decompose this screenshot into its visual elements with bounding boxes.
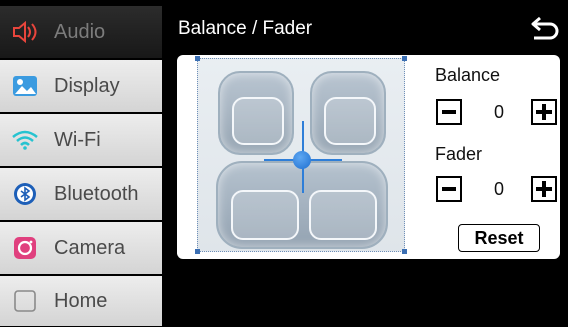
corner-handle bbox=[402, 249, 407, 254]
fader-decrease-button[interactable] bbox=[436, 176, 462, 202]
sidebar-item-label: Audio bbox=[54, 20, 106, 43]
sidebar-item-label: Wi-Fi bbox=[54, 128, 101, 151]
fader-increase-button[interactable] bbox=[531, 176, 557, 202]
sidebar-item-display[interactable]: Display bbox=[0, 60, 162, 112]
speaker-icon bbox=[6, 6, 44, 58]
balance-increase-button[interactable] bbox=[531, 99, 557, 125]
header: Balance / Fader bbox=[162, 0, 568, 54]
corner-handle bbox=[195, 56, 200, 61]
balance-fader-handle[interactable] bbox=[293, 151, 311, 169]
sidebar-item-wifi[interactable]: Wi-Fi bbox=[0, 114, 162, 166]
sidebar-item-label: Home bbox=[54, 289, 108, 312]
bluetooth-icon bbox=[6, 168, 44, 220]
plus-icon bbox=[536, 104, 552, 120]
back-arrow-icon[interactable] bbox=[530, 14, 562, 42]
front-right-seat bbox=[310, 71, 386, 155]
balance-label: Balance bbox=[435, 65, 501, 85]
fader-value: 0 bbox=[493, 179, 504, 199]
balance-decrease-button[interactable] bbox=[436, 99, 462, 125]
corner-handle bbox=[402, 56, 407, 61]
balance-value: 0 bbox=[493, 102, 504, 122]
sidebar-item-audio[interactable]: Audio bbox=[0, 6, 162, 58]
sidebar-item-camera[interactable]: Camera bbox=[0, 222, 162, 274]
sidebar-item-label: Display bbox=[54, 74, 120, 97]
fader-label: Fader bbox=[435, 144, 483, 164]
page-title: Balance / Fader bbox=[178, 18, 313, 39]
sidebar-item-label: Bluetooth bbox=[54, 182, 139, 205]
plus-icon bbox=[536, 181, 552, 197]
wifi-icon bbox=[6, 114, 44, 166]
front-left-seat bbox=[218, 71, 294, 155]
balance-fader-panel: Balance 0 Fader 0 Reset bbox=[177, 55, 560, 259]
seat-map[interactable] bbox=[195, 56, 407, 254]
picture-icon bbox=[6, 60, 44, 112]
sidebar: Audio Display Wi-Fi Bluetooth Camera Hom… bbox=[0, 0, 162, 326]
minus-icon bbox=[442, 187, 456, 191]
corner-handle bbox=[195, 249, 200, 254]
minus-icon bbox=[442, 110, 456, 114]
sidebar-item-label: Camera bbox=[54, 236, 126, 259]
sidebar-item-bluetooth[interactable]: Bluetooth bbox=[0, 168, 162, 220]
home-icon bbox=[6, 275, 44, 327]
sidebar-item-home[interactable]: Home bbox=[0, 276, 162, 326]
reset-button[interactable]: Reset bbox=[458, 224, 540, 252]
camera-icon bbox=[6, 222, 44, 274]
